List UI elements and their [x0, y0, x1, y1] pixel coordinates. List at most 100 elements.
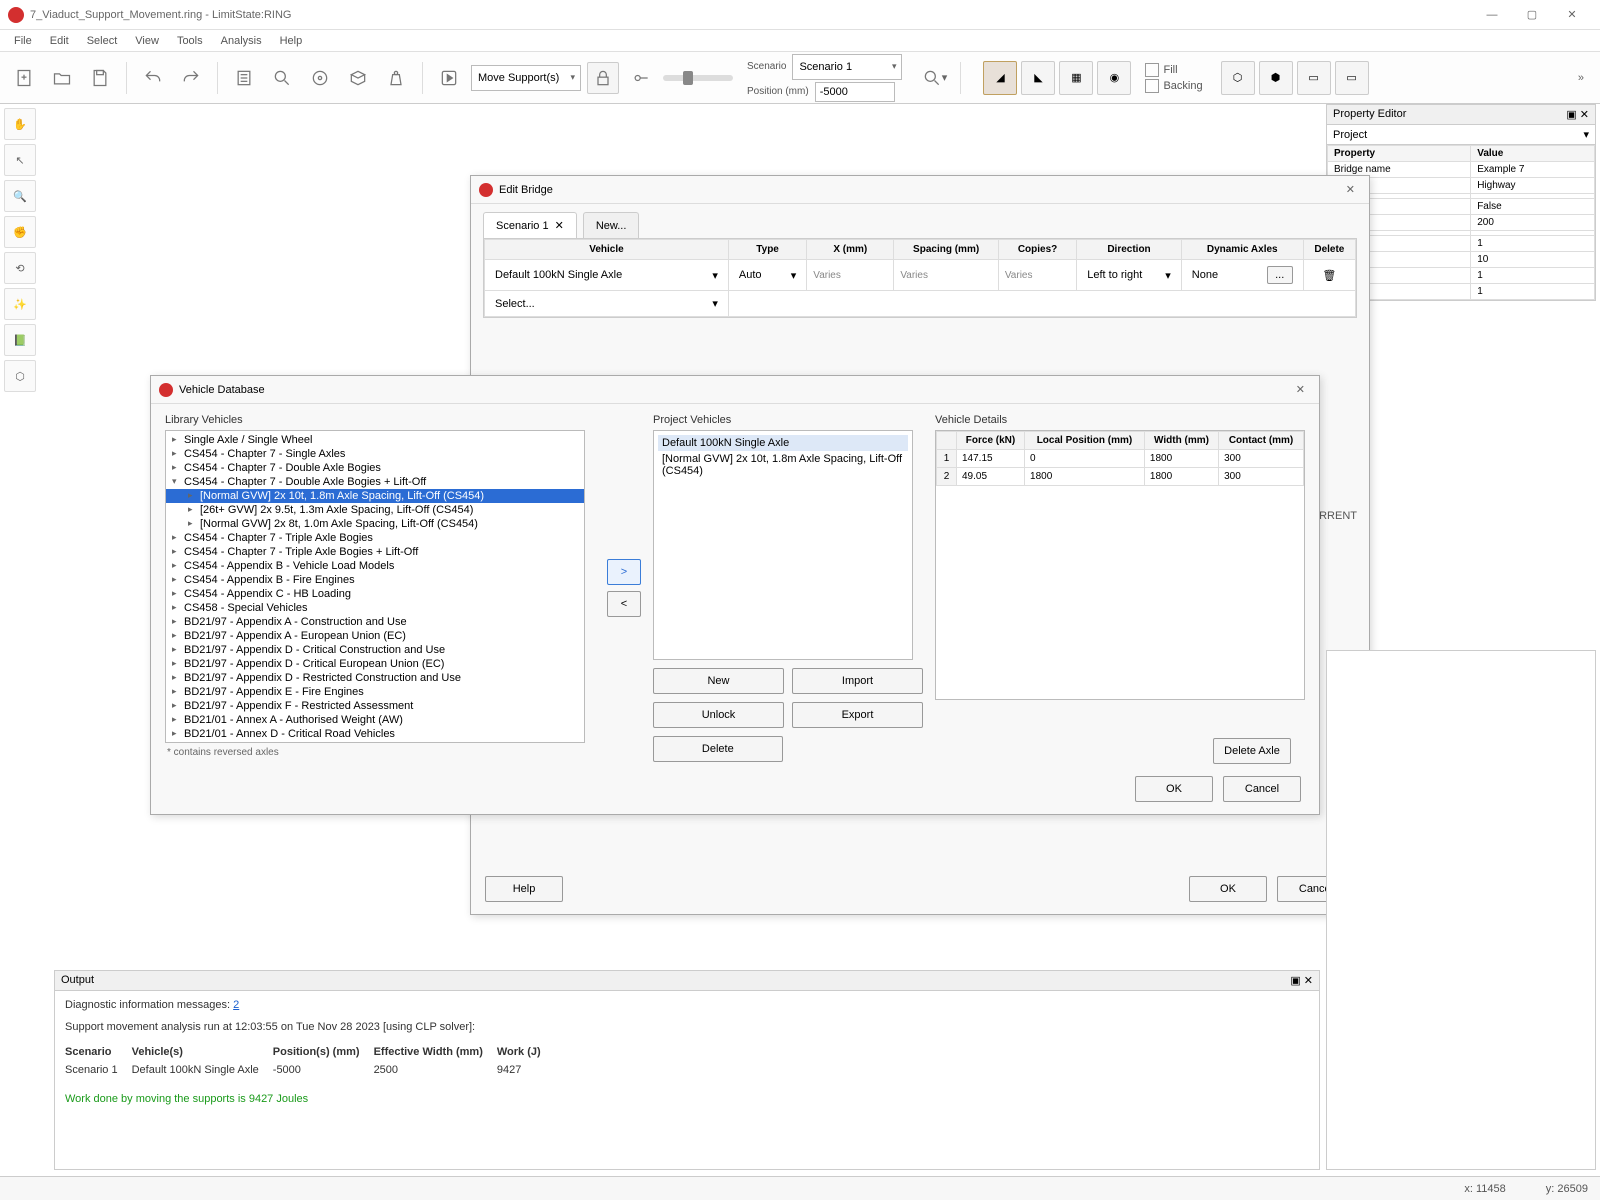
- tree-item[interactable]: BD21/97 - Appendix D - Critical Construc…: [166, 643, 584, 657]
- dyn-cell[interactable]: None...: [1188, 264, 1297, 286]
- position-slider[interactable]: [663, 75, 733, 81]
- prop-cell[interactable]: 10: [1471, 252, 1595, 268]
- tree-item[interactable]: Single Axle / Single Wheel: [166, 433, 584, 447]
- cube-icon[interactable]: ⬡: [4, 360, 36, 392]
- tree-item[interactable]: BD21/97 - Appendix E - Fire Engines: [166, 685, 584, 699]
- propeditor-selector[interactable]: Project: [1333, 129, 1367, 141]
- project-item[interactable]: Default 100kN Single Axle: [658, 435, 908, 451]
- details-cell[interactable]: 1800: [1144, 468, 1218, 486]
- tree-item[interactable]: BD21/01 - Annex A - Authorised Weight (A…: [166, 713, 584, 727]
- tree-item[interactable]: CS454 - Chapter 7 - Triple Axle Bogies: [166, 531, 584, 545]
- pointer-icon[interactable]: ↖: [4, 144, 36, 176]
- tree-item[interactable]: CS454 - Chapter 7 - Double Axle Bogies +…: [166, 475, 584, 489]
- menu-file[interactable]: File: [6, 33, 40, 49]
- tree-item[interactable]: [26t+ GVW] 2x 9.5t, 1.3m Axle Spacing, L…: [166, 503, 584, 517]
- block-icon[interactable]: [342, 62, 374, 94]
- tree-item[interactable]: BD21/97 - Appendix D - Critical European…: [166, 657, 584, 671]
- prop-cell[interactable]: 200: [1471, 215, 1595, 231]
- fill-swatch[interactable]: [1145, 63, 1159, 77]
- details-cell[interactable]: 0: [1025, 450, 1145, 468]
- tree-item[interactable]: BD21/97 - Appendix D - Restricted Constr…: [166, 671, 584, 685]
- scenario-select[interactable]: Scenario 1: [792, 54, 902, 80]
- lock-icon[interactable]: [587, 62, 619, 94]
- hand-icon[interactable]: ✊: [4, 216, 36, 248]
- tree-item[interactable]: CS454 - Appendix B - Vehicle Load Models: [166, 559, 584, 573]
- toggle-1[interactable]: ◢: [983, 61, 1017, 95]
- menu-select[interactable]: Select: [79, 33, 126, 49]
- library-tree[interactable]: Single Axle / Single WheelCS454 - Chapte…: [165, 430, 585, 743]
- undo-icon[interactable]: [137, 62, 169, 94]
- details-cell[interactable]: 300: [1219, 450, 1304, 468]
- details-cell[interactable]: 1800: [1144, 450, 1218, 468]
- tree-item[interactable]: [Normal GVW] 2x 8t, 1.0m Axle Spacing, L…: [166, 517, 584, 531]
- toggle-6[interactable]: ⬢: [1259, 61, 1293, 95]
- vdb-close-icon[interactable]: ✕: [1290, 383, 1311, 396]
- toolbar-overflow[interactable]: »: [1570, 72, 1592, 84]
- prop-cell[interactable]: 1: [1471, 284, 1595, 300]
- toggle-5[interactable]: ⬡: [1221, 61, 1255, 95]
- export-vehicle-button[interactable]: Export: [792, 702, 923, 728]
- spacing-cell[interactable]: Varies: [894, 260, 999, 291]
- tab-close-icon[interactable]: ✕: [555, 219, 564, 232]
- menu-view[interactable]: View: [127, 33, 167, 49]
- direction-cell[interactable]: Left to right▾: [1083, 267, 1175, 284]
- prop-cell[interactable]: Highway: [1471, 178, 1595, 194]
- maximize-button[interactable]: ▢: [1512, 1, 1552, 29]
- prop-cell[interactable]: 1: [1471, 236, 1595, 252]
- menu-help[interactable]: Help: [272, 33, 311, 49]
- toggle-7[interactable]: ▭: [1297, 61, 1331, 95]
- backing-swatch[interactable]: [1145, 79, 1159, 93]
- delete-axle-button[interactable]: Delete Axle: [1213, 738, 1291, 764]
- wheel-icon[interactable]: [304, 62, 336, 94]
- project-item[interactable]: [Normal GVW] 2x 10t, 1.8m Axle Spacing, …: [658, 451, 908, 479]
- tree-item[interactable]: CS454 - Chapter 7 - Double Axle Bogies: [166, 461, 584, 475]
- save-icon[interactable]: [84, 62, 116, 94]
- new-icon[interactable]: [8, 62, 40, 94]
- x-cell[interactable]: Varies: [807, 260, 894, 291]
- prop-cell[interactable]: Example 7: [1471, 162, 1595, 178]
- prop-cell[interactable]: False: [1471, 199, 1595, 215]
- vdb-ok-button[interactable]: OK: [1135, 776, 1213, 802]
- position-input[interactable]: [815, 82, 895, 102]
- tree-item[interactable]: BD21/97 - Appendix F - Restricted Assess…: [166, 699, 584, 713]
- delete-row-icon[interactable]: 🗑: [1322, 270, 1336, 282]
- tree-item[interactable]: CS454 - Appendix B - Fire Engines: [166, 573, 584, 587]
- tree-item[interactable]: BD21/97 - Appendix A - European Union (E…: [166, 629, 584, 643]
- tree-item[interactable]: [Normal GVW] 2x 10t, 1.8m Axle Spacing, …: [166, 489, 584, 503]
- effects-icon[interactable]: ✨: [4, 288, 36, 320]
- menu-edit[interactable]: Edit: [42, 33, 77, 49]
- toggle-4[interactable]: ◉: [1097, 61, 1131, 95]
- menu-tools[interactable]: Tools: [169, 33, 211, 49]
- copies-cell[interactable]: Varies: [998, 260, 1076, 291]
- details-cell[interactable]: 49.05: [957, 468, 1025, 486]
- propeditor-controls[interactable]: ▣ ✕: [1566, 108, 1589, 121]
- minimize-button[interactable]: —: [1472, 1, 1512, 29]
- tree-item[interactable]: BD21/97 - Appendix A - Construction and …: [166, 615, 584, 629]
- menu-analysis[interactable]: Analysis: [213, 33, 270, 49]
- tree-item[interactable]: CS458 - Special Vehicles: [166, 601, 584, 615]
- unlock-vehicle-button[interactable]: Unlock: [653, 702, 784, 728]
- prop-cell[interactable]: 1: [1471, 268, 1595, 284]
- details-cell[interactable]: 1800: [1025, 468, 1145, 486]
- tree-item[interactable]: CS454 - Chapter 7 - Triple Axle Bogies +…: [166, 545, 584, 559]
- output-controls[interactable]: ▣ ✕: [1290, 974, 1313, 987]
- action-combo[interactable]: Move Support(s): [471, 65, 581, 91]
- tab-new[interactable]: New...: [583, 212, 640, 238]
- slider-icon[interactable]: [625, 62, 657, 94]
- tree-item[interactable]: CS454 - Appendix C - HB Loading: [166, 587, 584, 601]
- toggle-8[interactable]: ▭: [1335, 61, 1369, 95]
- search-icon[interactable]: [266, 62, 298, 94]
- new-vehicle-button[interactable]: New: [653, 668, 784, 694]
- rotate-icon[interactable]: ⟲: [4, 252, 36, 284]
- type-cell[interactable]: Auto▾: [735, 267, 800, 284]
- vehicle-cell[interactable]: Default 100kN Single Axle▾: [491, 267, 722, 284]
- open-icon[interactable]: [46, 62, 78, 94]
- tree-item[interactable]: CS454 - Chapter 7 - Single Axles: [166, 447, 584, 461]
- toggle-2[interactable]: ◣: [1021, 61, 1055, 95]
- move-left-button[interactable]: <: [607, 591, 641, 617]
- move-right-button[interactable]: >: [607, 559, 641, 585]
- import-vehicle-button[interactable]: Import: [792, 668, 923, 694]
- select-vehicle-cell[interactable]: Select...▾: [491, 295, 722, 312]
- play-icon[interactable]: [433, 62, 465, 94]
- zoom-tool-icon[interactable]: 🔍: [4, 180, 36, 212]
